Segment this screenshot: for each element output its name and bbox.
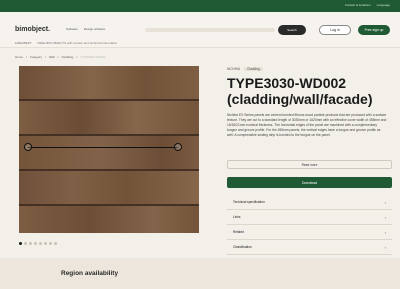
- gallery-dot[interactable]: [49, 242, 52, 245]
- brand-subline: LOGOTEXT FREE BIM OBJECTS with content a…: [15, 41, 117, 45]
- search-button[interactable]: Search: [278, 25, 306, 35]
- chevron-right-icon: ›: [384, 214, 386, 220]
- slider-handle-left[interactable]: [24, 143, 32, 151]
- wood-plank: [19, 101, 199, 134]
- product-accordion: Technical specification › Links › Relate…: [227, 195, 392, 255]
- gallery-dot[interactable]: [54, 242, 57, 245]
- chevron-right-icon: ›: [384, 229, 386, 235]
- accordion-label: Related: [233, 230, 244, 234]
- top-utility-bar: Contact & locations Language: [0, 0, 400, 12]
- accordion-label: Links: [233, 215, 241, 219]
- wood-plank: [19, 66, 199, 99]
- accordion-label: Technical specification: [233, 200, 265, 204]
- breadcrumb-wall[interactable]: Wall: [49, 55, 55, 59]
- login-button[interactable]: Log in: [319, 25, 351, 35]
- breadcrumb-cladding[interactable]: Cladding: [61, 55, 73, 59]
- search-input[interactable]: [145, 28, 275, 32]
- contact-link[interactable]: Contact & locations: [345, 3, 371, 7]
- read-more-button[interactable]: Read more: [227, 160, 392, 169]
- breadcrumb: Home / Category / Wall / Cladding / TYPE3030…: [15, 55, 106, 59]
- accordion-links[interactable]: Links ›: [227, 210, 392, 225]
- breadcrumb-home[interactable]: Home: [15, 55, 23, 59]
- gallery-dot[interactable]: [29, 242, 32, 245]
- gallery-dot[interactable]: [24, 242, 27, 245]
- accordion-classification[interactable]: Classification ›: [227, 240, 392, 255]
- accordion-technical-specification[interactable]: Technical specification ›: [227, 195, 392, 210]
- signup-button[interactable]: Free sign up: [358, 25, 390, 35]
- wood-plank: [19, 136, 199, 169]
- accordion-label: Classification: [233, 245, 252, 249]
- product-description: Nichiha EX Series panels are cement bond…: [227, 113, 387, 137]
- compare-slider-track[interactable]: [28, 147, 178, 148]
- brand-name[interactable]: NICHIHA: [227, 67, 240, 71]
- language-selector[interactable]: Language: [377, 3, 390, 7]
- chevron-right-icon: ›: [384, 244, 386, 250]
- subline-text: FREE BIM OBJECTS with content and techni…: [37, 41, 118, 45]
- header-nav: Software Design software: [66, 27, 105, 31]
- nav-design-software[interactable]: Design software: [84, 27, 106, 31]
- category-chip: Cladding: [244, 67, 263, 71]
- gallery-dot[interactable]: [39, 242, 42, 245]
- nav-software[interactable]: Software: [66, 27, 78, 31]
- slider-handle-right[interactable]: [174, 143, 182, 151]
- wood-plank: [19, 206, 199, 233]
- product-meta: NICHIHA Cladding: [227, 67, 397, 71]
- region-availability-heading: Region availability: [61, 270, 119, 277]
- breadcrumb-category[interactable]: Category: [30, 55, 42, 59]
- product-info: NICHIHA Cladding TYPE3030-WD002 (claddin…: [227, 67, 397, 153]
- gallery-dot[interactable]: [19, 242, 22, 245]
- product-image[interactable]: [19, 66, 199, 233]
- gallery-pagination: [19, 242, 57, 245]
- site-logo[interactable]: bimobject.: [15, 26, 50, 33]
- description-fade: [227, 145, 392, 153]
- download-button[interactable]: Download: [227, 177, 392, 188]
- chevron-right-icon: ›: [384, 199, 386, 205]
- accordion-related[interactable]: Related ›: [227, 225, 392, 240]
- wood-plank: [19, 171, 199, 204]
- product-title: TYPE3030-WD002 (cladding/wall/facade): [227, 75, 373, 107]
- subline-tag: LOGOTEXT: [15, 41, 32, 45]
- breadcrumb-current: TYPE3030-WD002: [80, 55, 106, 59]
- region-section: [0, 258, 400, 289]
- gallery-dot[interactable]: [34, 242, 37, 245]
- gallery-dot[interactable]: [44, 242, 47, 245]
